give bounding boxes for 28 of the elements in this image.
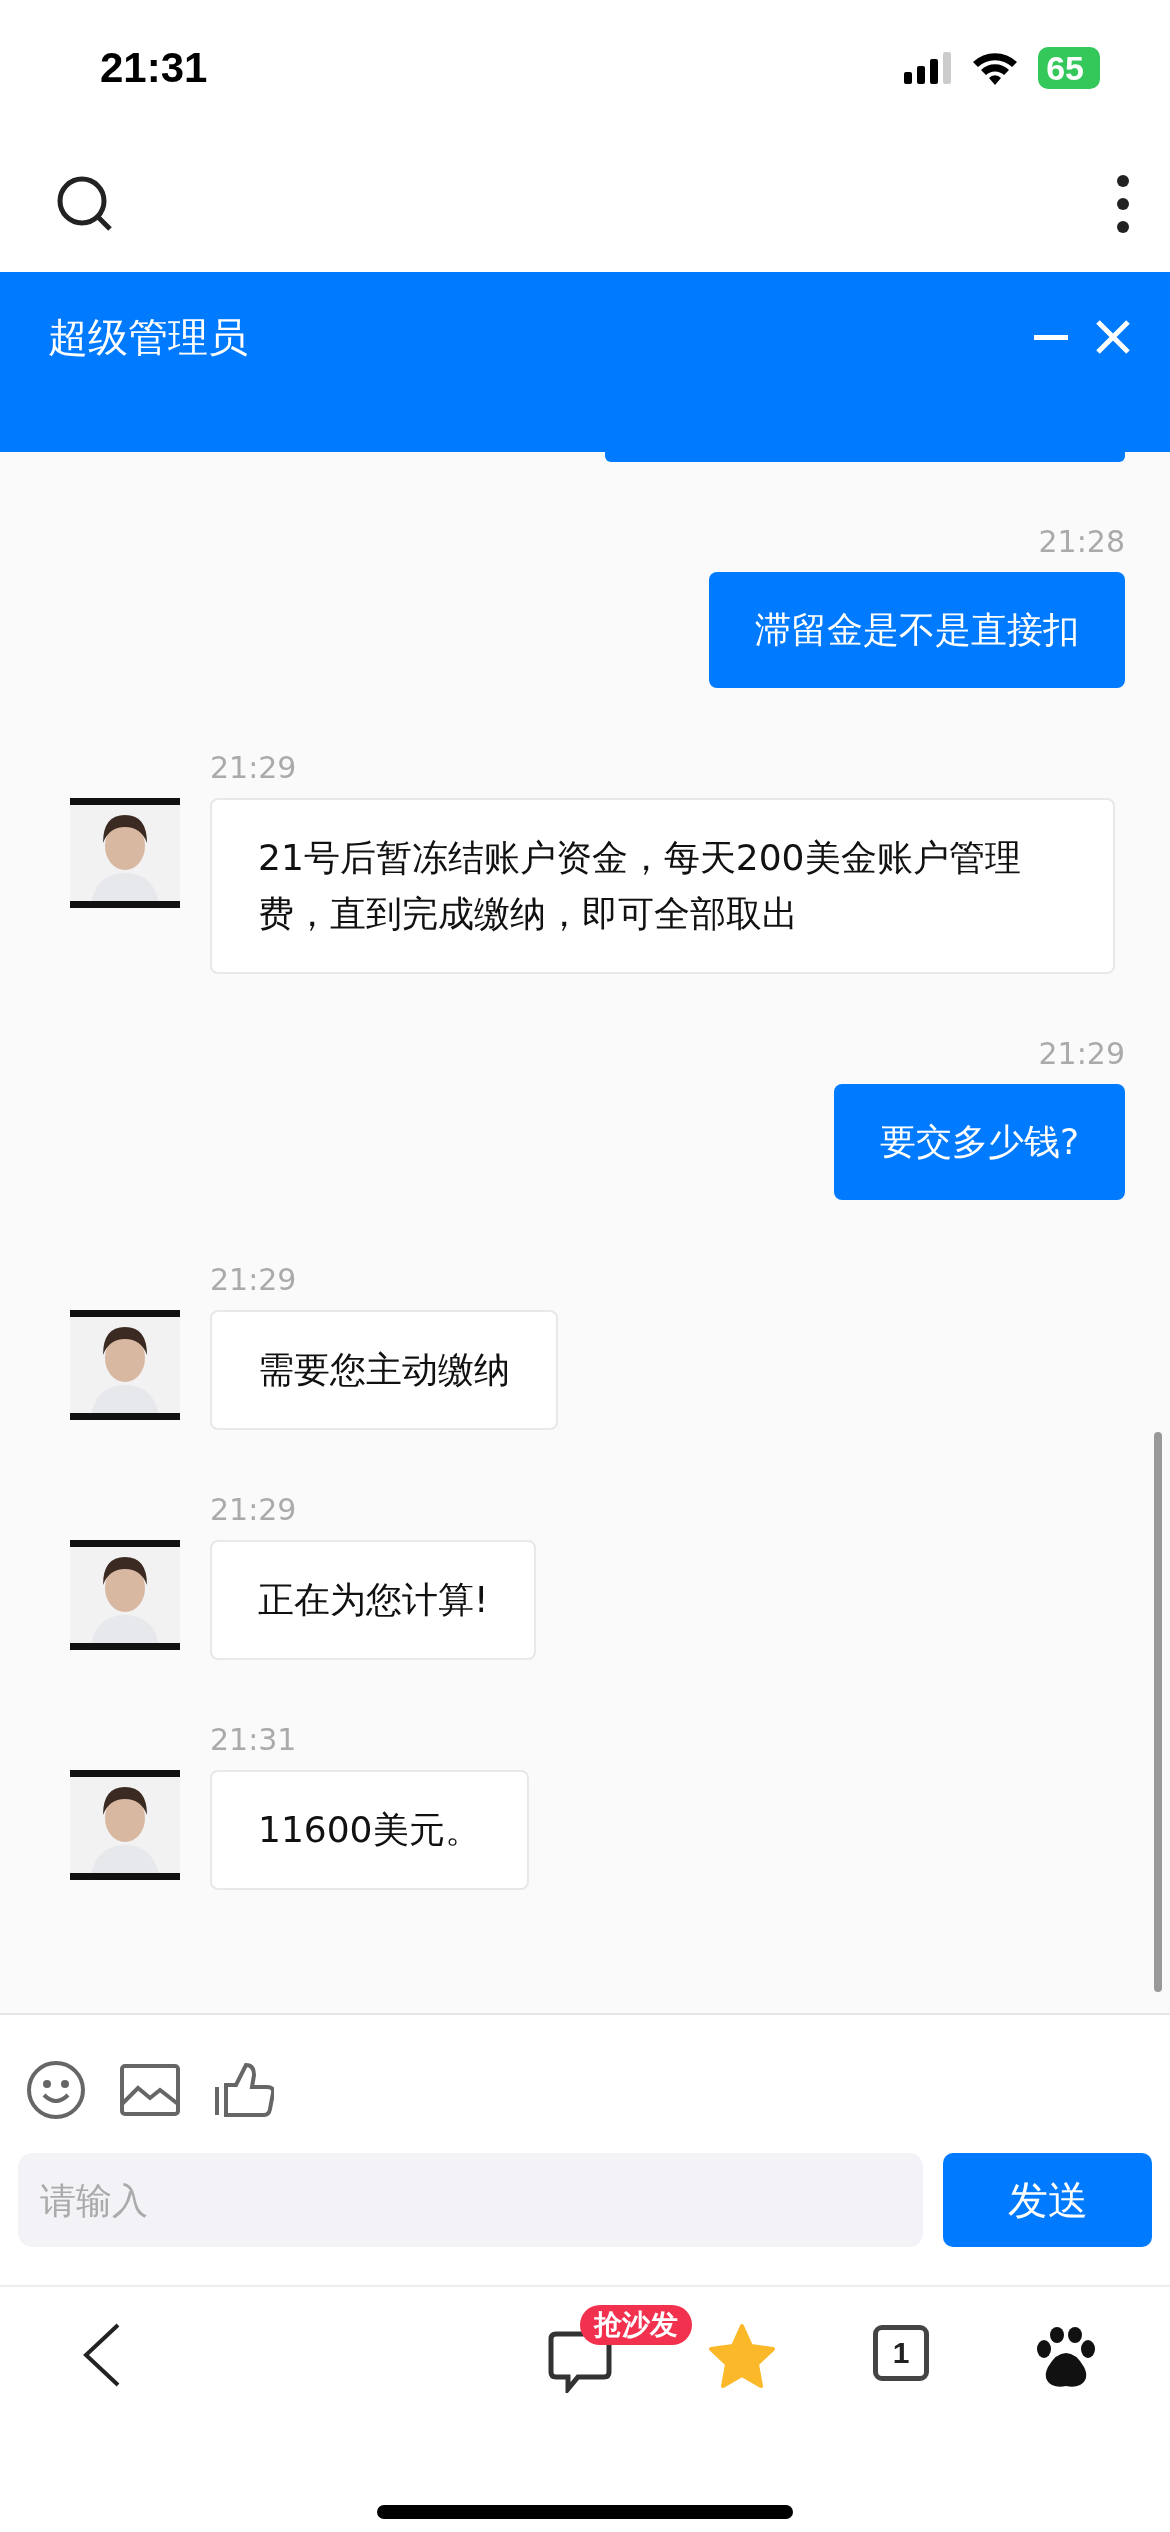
paw-icon[interactable]: [1036, 2327, 1096, 2389]
comment-badge: 抢沙发: [580, 2305, 692, 2345]
back-icon[interactable]: [82, 2323, 122, 2387]
image-icon[interactable]: [120, 2064, 180, 2116]
message-bubble: 滞留金是不是直接扣: [709, 572, 1125, 688]
send-button[interactable]: 发送: [943, 2153, 1152, 2247]
message-bubble: 正在为您计算!: [210, 1540, 537, 1660]
message-time: 21:31: [210, 1722, 297, 1758]
signal-icon: [904, 51, 953, 84]
status-time: 21:31: [100, 43, 208, 92]
more-icon[interactable]: [1116, 173, 1130, 234]
thumbs-up-icon[interactable]: [214, 2063, 274, 2117]
message-bubble: 要交多少钱?: [833, 1084, 1125, 1200]
message-time: 21:29: [210, 750, 297, 786]
message-time: 21:29: [210, 1262, 297, 1298]
message-bubble: 21号后暂冻结账户资金，每天200美金账户管理费，直到完成缴纳，即可全部取出: [210, 798, 1115, 974]
message-time: 21:29: [210, 1492, 297, 1528]
message-bubble: 需要您主动缴纳: [210, 1310, 558, 1430]
chat-title: 超级管理员: [48, 312, 248, 362]
battery-level: 65: [1038, 46, 1100, 89]
emoji-icon[interactable]: [26, 2060, 86, 2120]
message-time: 21:29: [1038, 1036, 1125, 1072]
tab-count[interactable]: 1: [873, 2325, 929, 2381]
close-icon[interactable]: [1096, 320, 1130, 354]
star-icon[interactable]: [708, 2323, 776, 2389]
message-bubble: 11600美元。: [210, 1770, 529, 1890]
message-time: 21:28: [1038, 524, 1125, 560]
message-input[interactable]: 请输入: [18, 2153, 923, 2247]
